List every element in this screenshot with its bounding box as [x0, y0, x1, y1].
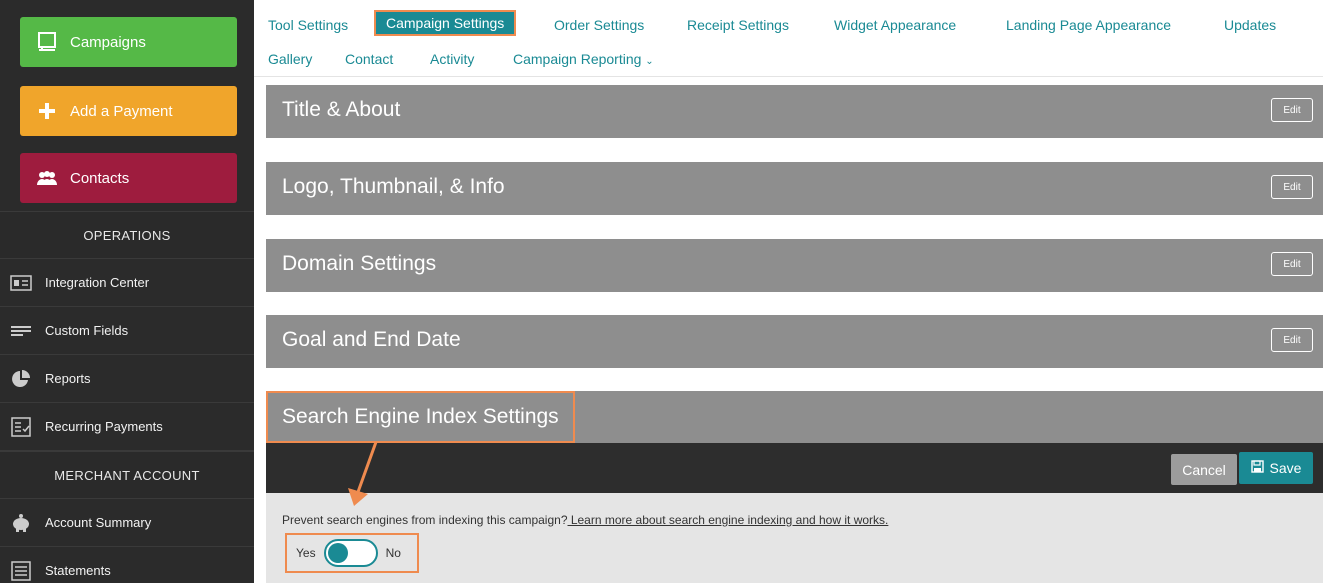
search-index-body: Prevent search engines from indexing thi…: [266, 493, 1323, 583]
tab-receipt-settings[interactable]: Receipt Settings: [687, 17, 789, 33]
edit-button[interactable]: Edit: [1271, 98, 1313, 122]
add-payment-label: Add a Payment: [70, 102, 173, 120]
sidebar-item-recurring-payments[interactable]: Recurring Payments: [0, 403, 254, 451]
tab-widget-appearance[interactable]: Widget Appearance: [834, 17, 956, 33]
pie-chart-icon: [10, 368, 32, 390]
campaigns-button[interactable]: Campaigns: [20, 17, 237, 67]
chevron-down-icon: ⌄: [645, 56, 654, 67]
panel-title: Logo, Thumbnail, & Info: [282, 175, 505, 198]
callout-arrow-icon: [348, 441, 378, 506]
sidebar-item-label: Account Summary: [45, 515, 152, 530]
tab-updates[interactable]: Updates: [1224, 17, 1276, 33]
tab-tool-settings[interactable]: Tool Settings: [268, 17, 348, 33]
sidebar-item-statements[interactable]: Statements: [0, 547, 254, 583]
no-label: No: [385, 546, 401, 560]
panel-title: Title & About: [282, 98, 401, 121]
indexing-toggle-group: Yes No: [285, 533, 419, 573]
edit-button[interactable]: Edit: [1271, 328, 1313, 352]
panel-title: Goal and End Date: [282, 328, 461, 351]
tab-activity[interactable]: Activity: [430, 51, 474, 67]
panel-title: Search Engine Index Settings: [266, 391, 575, 443]
tab-contact[interactable]: Contact: [345, 51, 393, 67]
sidebar-item-integration-center[interactable]: Integration Center: [0, 259, 254, 307]
lines-icon: [10, 320, 32, 342]
panel-search-engine-index: Search Engine Index Settings: [266, 391, 1323, 443]
indexing-toggle[interactable]: [323, 539, 378, 567]
tab-campaign-settings[interactable]: Campaign Settings: [374, 10, 517, 36]
tab-gallery[interactable]: Gallery: [268, 51, 312, 67]
sidebar-item-label: Recurring Payments: [45, 419, 163, 434]
panel-domain-settings: Domain Settings Edit: [266, 239, 1323, 292]
tab-campaign-reporting-label: Campaign Reporting: [513, 51, 642, 67]
contacts-button[interactable]: Contacts: [20, 153, 237, 203]
campaign-icon: [36, 31, 58, 53]
panel-title-about: Title & About Edit: [266, 85, 1323, 138]
save-label: Save: [1269, 460, 1302, 476]
save-icon: [1250, 460, 1264, 476]
panel-goal-end-date: Goal and End Date Edit: [266, 315, 1323, 368]
edit-button[interactable]: Edit: [1271, 252, 1313, 276]
app-root: Campaigns Add a Payment Contacts OPERATI…: [0, 0, 1323, 583]
edit-button[interactable]: Edit: [1271, 175, 1313, 199]
sidebar-item-label: Reports: [45, 371, 91, 386]
merchant-account-heading: MERCHANT ACCOUNT: [0, 451, 254, 499]
operations-heading: OPERATIONS: [0, 211, 254, 259]
sidebar: Campaigns Add a Payment Contacts OPERATI…: [0, 0, 254, 583]
tab-campaign-reporting[interactable]: Campaign Reporting ⌄: [513, 51, 654, 67]
list-icon: [10, 560, 32, 582]
plus-icon: [36, 100, 58, 122]
sidebar-item-label: Integration Center: [45, 275, 150, 290]
yes-label: Yes: [296, 546, 316, 560]
sidebar-item-label: Custom Fields: [45, 323, 129, 338]
settings-tabs: Tool Settings Campaign Settings Order Se…: [254, 0, 1323, 77]
campaigns-label: Campaigns: [70, 33, 146, 51]
tab-order-settings[interactable]: Order Settings: [554, 17, 644, 33]
piggy-bank-icon: [10, 512, 32, 534]
save-button[interactable]: Save: [1239, 452, 1313, 484]
panel-logo-thumbnail-info: Logo, Thumbnail, & Info Edit: [266, 162, 1323, 215]
people-icon: [36, 167, 58, 189]
sidebar-item-label: Statements: [45, 563, 111, 578]
add-payment-button[interactable]: Add a Payment: [20, 86, 237, 136]
learn-more-link[interactable]: Learn more about search engine indexing …: [568, 513, 889, 527]
sidebar-item-custom-fields[interactable]: Custom Fields: [0, 307, 254, 355]
sidebar-item-reports[interactable]: Reports: [0, 355, 254, 403]
checklist-icon: [10, 416, 32, 438]
panel-title: Domain Settings: [282, 252, 437, 275]
tab-landing-page-appearance[interactable]: Landing Page Appearance: [1006, 17, 1171, 33]
sidebar-item-account-summary[interactable]: Account Summary: [0, 499, 254, 547]
cancel-button[interactable]: Cancel: [1171, 454, 1237, 485]
toggle-knob: [327, 543, 348, 563]
search-index-toolbar: Cancel Save: [266, 443, 1323, 493]
id-card-icon: [10, 272, 32, 294]
contacts-label: Contacts: [70, 169, 130, 187]
question-text: Prevent search engines from indexing thi…: [282, 513, 568, 527]
